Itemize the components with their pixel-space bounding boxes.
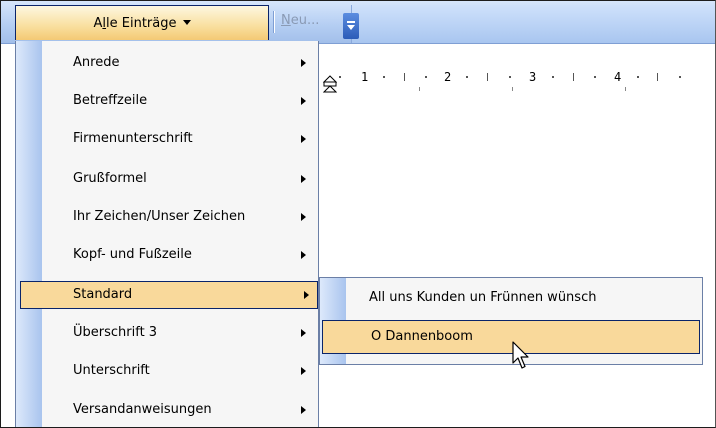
- indent-marker-icon[interactable]: [323, 73, 337, 93]
- toolbar-options-button[interactable]: [343, 13, 359, 39]
- submenu-arrow-icon: [301, 59, 306, 67]
- submenu-arrow-icon: [301, 406, 306, 414]
- ruler-tick: [573, 73, 574, 81]
- mouse-pointer-icon: [512, 341, 529, 369]
- submenu-arrow-icon: [301, 213, 306, 221]
- toolbar-background-strip: [351, 5, 715, 43]
- ruler-minor-tick: [419, 87, 420, 91]
- ruler-minor-tick: [625, 87, 626, 91]
- menu-item-ihr-zeichen[interactable]: Ihr Zeichen/Unser Zeichen: [17, 203, 316, 231]
- menu-item-label: Standard: [73, 287, 133, 302]
- submenu-arrow-icon: [301, 175, 306, 183]
- ruler-minor-tick: [512, 87, 513, 91]
- toolbar-separator: [273, 11, 274, 33]
- ruler-number: 1: [361, 70, 369, 84]
- menu-item-kopf-fusszeile[interactable]: Kopf- und Fußzeile: [17, 241, 316, 269]
- ruler-tick: [487, 73, 488, 81]
- chevron-down-icon: [347, 25, 355, 30]
- menu-item-label: Überschrift 3: [73, 325, 158, 340]
- autotext-toolbar: Alle Einträge Neu...: [1, 1, 715, 44]
- menu-item-ueberschrift-3[interactable]: Überschrift 3: [17, 319, 316, 347]
- submenu-item-kunden-wuensch[interactable]: All uns Kunden un Frünnen wünsch: [321, 282, 699, 314]
- ruler-dot: [679, 76, 681, 78]
- ruler-number: 2: [444, 70, 452, 84]
- menu-item-unterschrift[interactable]: Unterschrift: [17, 357, 316, 385]
- submenu-arrow-icon: [301, 97, 306, 105]
- chevron-down-icon: [182, 19, 191, 25]
- all-entries-label: Alle Einträge: [93, 15, 177, 31]
- ruler-tick: [657, 73, 658, 81]
- ruler-number: 4: [614, 70, 622, 84]
- menu-item-firmenunterschrift[interactable]: Firmenunterschrift: [17, 125, 316, 153]
- submenu-arrow-icon: [301, 251, 306, 259]
- all-entries-button[interactable]: Alle Einträge: [15, 5, 269, 40]
- menu-item-label: Grußformel: [73, 171, 147, 186]
- submenu-arrow-icon: [301, 367, 306, 375]
- submenu-arrow-icon: [301, 135, 306, 143]
- submenu-arrow-icon: [301, 329, 306, 337]
- menu-item-label: Kopf- und Fußzeile: [73, 247, 192, 262]
- menu-item-standard[interactable]: Standard: [20, 281, 318, 309]
- ruler-dot: [466, 76, 468, 78]
- submenu-item-o-dannenboom[interactable]: O Dannenboom: [322, 320, 700, 354]
- menu-item-anrede[interactable]: Anrede: [17, 49, 316, 77]
- menu-item-grussformel[interactable]: Grußformel: [17, 165, 316, 193]
- submenu-item-label: O Dannenboom: [371, 329, 473, 344]
- ruler-dot: [509, 76, 511, 78]
- ruler-dot: [339, 76, 341, 78]
- ruler-dot: [637, 76, 639, 78]
- ruler-number: 3: [529, 70, 537, 84]
- menu-item-betreffzeile[interactable]: Betreffzeile: [17, 87, 316, 115]
- ruler-dot: [594, 76, 596, 78]
- menu-item-label: Unterschrift: [73, 363, 150, 378]
- horizontal-ruler[interactable]: 1 2 3 4: [317, 65, 715, 95]
- all-entries-menu: Anrede Betreffzeile Firmenunterschrift G…: [15, 41, 319, 427]
- toolbar-options-bar-icon: [347, 21, 355, 23]
- submenu-item-label: All uns Kunden un Frünnen wünsch: [369, 290, 597, 305]
- ruler-dot: [383, 76, 385, 78]
- ruler-tick: [404, 73, 405, 81]
- window-frame: Alle Einträge Neu... 1 2 3 4 Anrede Betr…: [0, 0, 716, 428]
- new-button[interactable]: Neu...: [281, 13, 319, 28]
- menu-item-label: Versandanweisungen: [73, 402, 212, 417]
- standard-submenu: All uns Kunden un Frünnen wünsch O Danne…: [319, 277, 703, 365]
- menu-item-label: Betreffzeile: [73, 93, 148, 108]
- submenu-arrow-icon: [304, 291, 309, 299]
- menu-item-versandanweisungen[interactable]: Versandanweisungen: [17, 396, 316, 424]
- menu-item-label: Firmenunterschrift: [73, 131, 193, 146]
- menu-item-label: Anrede: [73, 55, 120, 70]
- ruler-dot: [425, 76, 427, 78]
- ruler-dot: [552, 76, 554, 78]
- menu-item-label: Ihr Zeichen/Unser Zeichen: [73, 209, 246, 224]
